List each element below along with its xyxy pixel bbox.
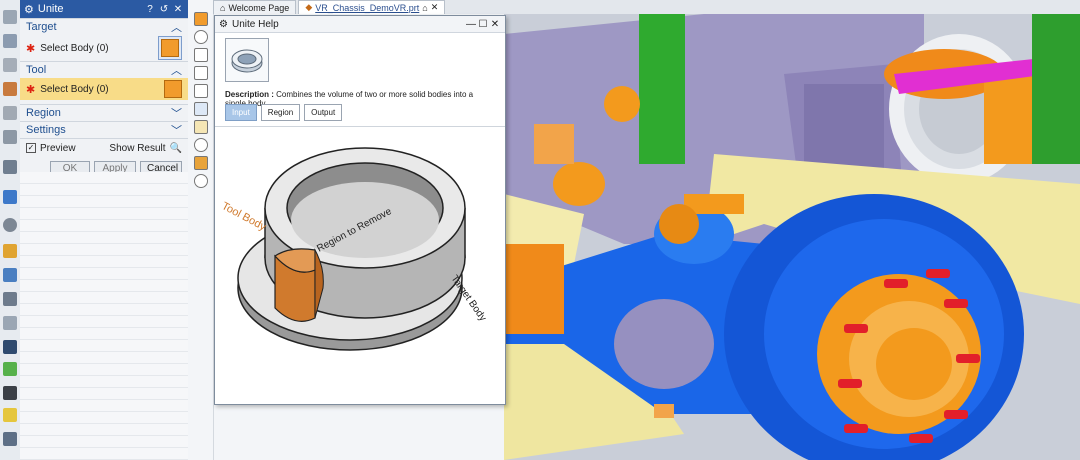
tab-label: VR_Chassis_DemoVR.prt — [315, 2, 420, 13]
rectangle-icon[interactable] — [194, 102, 208, 116]
hd3d-tools-icon[interactable] — [3, 106, 17, 120]
description-label: Description : — [225, 90, 274, 99]
select-body-icon[interactable] — [158, 36, 182, 60]
part-navigator-icon[interactable] — [3, 10, 17, 24]
settings-section-header[interactable]: Settings ﹀ — [20, 121, 188, 138]
magnifier-icon[interactable]: 🔍 — [170, 143, 182, 154]
gear-icon: ⚙ — [219, 18, 228, 30]
close-icon[interactable]: ✕ — [172, 4, 184, 15]
target-select-body-row[interactable]: ✱ Select Body (0) — [20, 35, 188, 61]
document-icon[interactable] — [3, 362, 17, 376]
region-header-label: Region — [26, 107, 61, 119]
preview-row: ✓ Preview Show Result 🔍 — [20, 138, 188, 157]
unite-illustration: Tool Body Region to Remove Target Body — [220, 147, 488, 351]
block-icon[interactable] — [194, 66, 208, 80]
sheet-icon[interactable] — [194, 84, 208, 98]
minimize-icon[interactable]: — — [465, 19, 477, 30]
help-tabs: Input Region Output — [225, 104, 346, 121]
assembly-navigator-icon[interactable] — [3, 34, 17, 48]
solver-icon[interactable] — [3, 432, 17, 446]
gear-icon: ⚙ — [24, 3, 34, 16]
chart-icon[interactable] — [3, 408, 17, 422]
roles-icon[interactable] — [3, 244, 17, 258]
manufacturing-wizard-icon[interactable] — [3, 316, 17, 330]
tool-section-header[interactable]: Tool ︿ — [20, 61, 188, 78]
region-section-header[interactable]: Region ﹀ — [20, 104, 188, 121]
eye-icon[interactable] — [194, 138, 208, 152]
graphics-viewport[interactable] — [504, 14, 1080, 460]
tools-icon[interactable] — [3, 292, 17, 306]
selection-toolbar — [188, 0, 214, 460]
help-title: Unite Help — [231, 18, 279, 30]
material-icon[interactable] — [194, 156, 208, 170]
tool-select-body-label: Select Body (0) — [40, 83, 109, 95]
home-icon: ⌂ — [220, 2, 226, 13]
tab-vr-chassis[interactable]: ◆ VR_Chassis_DemoVR.prt ⌂ ✕ — [298, 0, 446, 14]
tab-label: Welcome Page — [228, 2, 290, 13]
reset-icon[interactable]: ↺ — [158, 4, 170, 15]
target-select-body-label: Select Body (0) — [40, 42, 109, 54]
tool-body-label: Tool Body — [220, 200, 269, 234]
select-body-icon[interactable] — [164, 80, 182, 98]
process-studio-icon[interactable] — [3, 190, 17, 204]
web-browser-icon[interactable] — [3, 130, 17, 144]
unite-command-icon — [225, 38, 269, 82]
divider — [215, 126, 505, 127]
unite-help-window: ⚙ Unite Help — ☐ ✕ Description : Combine… — [214, 15, 506, 405]
chevron-up-icon: ︿ — [171, 65, 182, 77]
part-icon: ◆ — [305, 2, 313, 12]
show-result-label[interactable]: Show Result — [109, 143, 165, 154]
maximize-icon[interactable]: ☐ — [477, 19, 489, 30]
ring-icon — [231, 49, 263, 73]
chevron-up-icon: ︿ — [171, 22, 182, 34]
chassis-model — [504, 14, 1080, 460]
system-materials-icon[interactable] — [3, 268, 17, 282]
close-icon[interactable]: ✕ — [489, 19, 501, 30]
pin-icon[interactable]: ⌂ — [422, 3, 427, 13]
document-tabs: ⌂ Welcome Page ◆ VR_Chassis_DemoVR.prt ⌂… — [213, 0, 1080, 14]
history-icon[interactable] — [3, 160, 17, 174]
unite-dialog: ⚙ Unite ? ↺ ✕ Target ︿ ✱ Select Body (0)… — [20, 0, 189, 460]
chevron-down-icon: ﹀ — [171, 108, 182, 120]
preview-label: Preview — [40, 142, 76, 154]
tool-select-body-row[interactable]: ✱ Select Body (0) — [20, 78, 188, 100]
help-title-bar: ⚙ Unite Help — ☐ ✕ — [215, 16, 505, 33]
target-header-label: Target — [26, 21, 57, 33]
cube-icon[interactable] — [194, 12, 208, 26]
play-icon[interactable] — [194, 174, 208, 188]
reuse-library-icon[interactable] — [3, 82, 17, 96]
folder-icon[interactable] — [194, 120, 208, 134]
question-icon[interactable] — [194, 30, 208, 44]
clock-icon[interactable] — [3, 218, 17, 232]
help-tab-region[interactable]: Region — [260, 104, 301, 121]
mouse-icon[interactable] — [3, 386, 17, 400]
target-section-header[interactable]: Target ︿ — [20, 18, 188, 35]
preview-checkbox[interactable]: ✓ — [26, 143, 36, 153]
tab-welcome-page[interactable]: ⌂ Welcome Page — [213, 0, 297, 14]
dialog-title: Unite — [37, 3, 64, 15]
constraint-navigator-icon[interactable] — [3, 58, 17, 72]
chevron-down-icon: ﹀ — [171, 125, 182, 137]
help-tab-input[interactable]: Input — [225, 104, 257, 121]
help-icon[interactable]: ? — [144, 4, 156, 15]
solid-icon[interactable] — [194, 48, 208, 62]
dialog-empty-area — [20, 172, 188, 460]
required-star-icon: ✱ — [26, 42, 36, 55]
help-tab-output[interactable]: Output — [304, 104, 343, 121]
close-tab-icon[interactable]: ✕ — [431, 2, 439, 13]
dialog-title-bar: ⚙ Unite ? ↺ ✕ — [20, 0, 188, 18]
tool-header-label: Tool — [26, 64, 47, 76]
resource-toolbar — [0, 0, 21, 460]
settings-header-label: Settings — [26, 124, 66, 136]
required-star-icon: ✱ — [26, 83, 36, 96]
visualization-icon[interactable] — [3, 340, 17, 354]
